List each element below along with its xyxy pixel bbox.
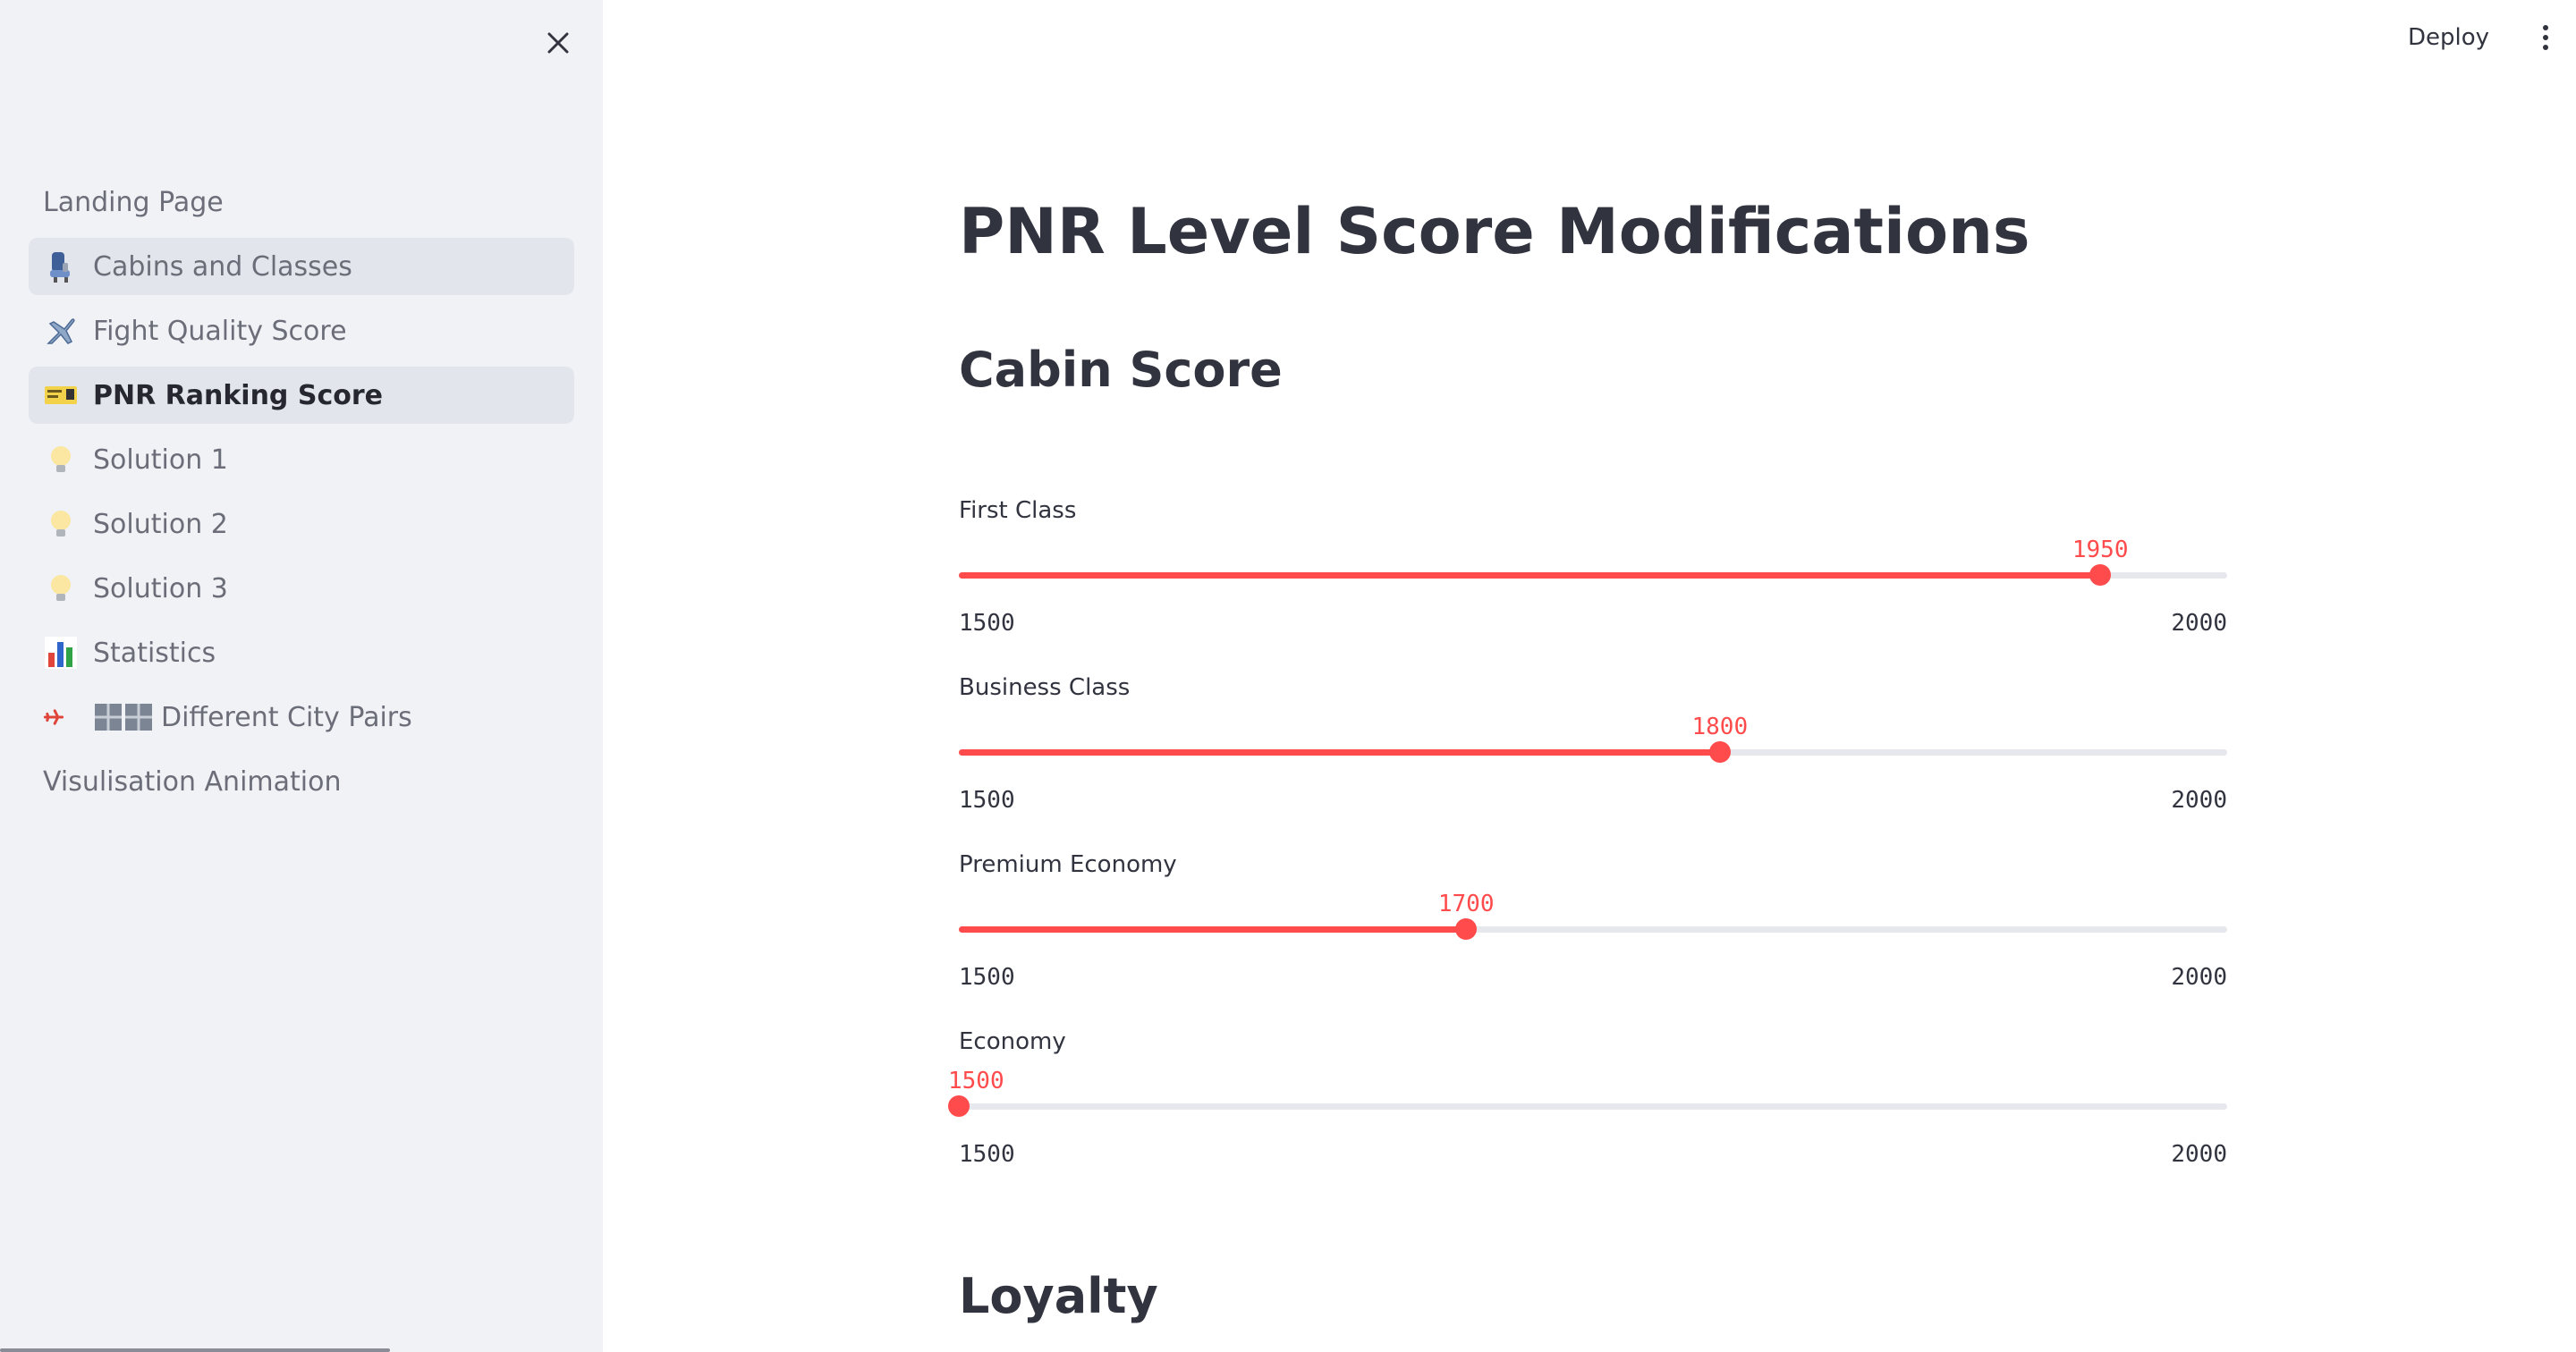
lightbulb-icon [43, 506, 79, 542]
sidebar-item-label: Landing Page [43, 186, 224, 218]
slider-fill [959, 926, 1467, 933]
slider-max: 2000 [2171, 610, 2227, 637]
sidebar-item-pnr-ranking-score[interactable]: PNR Ranking Score [29, 367, 574, 424]
sidebar-item-cabins-and-classes[interactable]: Cabins and Classes [29, 238, 574, 295]
slider-value: 1700 [1437, 891, 1495, 917]
deploy-button[interactable]: Deploy [2408, 20, 2489, 55]
slider-min: 1500 [959, 787, 1015, 814]
slider-track[interactable] [959, 741, 2227, 763]
airplane-icon [43, 313, 79, 349]
sidebar-item-fight-quality-score[interactable]: Fight Quality Score [29, 302, 574, 359]
slider-value: 1950 [2072, 537, 2129, 563]
sidebar: Landing Page Cabins and Classes Fight Qu… [0, 0, 603, 1352]
sidebar-item-label: Statistics [93, 637, 216, 669]
sidebar-item-label: Visulisation Animation [43, 765, 342, 798]
seat-icon [43, 249, 79, 284]
sidebar-item-label: Solution 1 [93, 444, 228, 476]
close-sidebar-button[interactable] [540, 25, 576, 61]
sidebar-item-label: Cabins and Classes [93, 250, 352, 283]
sidebar-item-visulisation-animation[interactable]: Visulisation Animation [29, 753, 574, 810]
slider-track[interactable] [948, 1095, 2227, 1117]
sidebar-item-label: Fight Quality Score [93, 315, 347, 347]
plane-icon [43, 699, 64, 735]
slider-max: 2000 [2171, 964, 2227, 991]
slider-first-class: First Class 1950 1500 2000 [959, 497, 2227, 658]
buildings-icon [95, 704, 152, 731]
sidebar-nav: Landing Page Cabins and Classes Fight Qu… [29, 173, 574, 817]
sidebar-item-label: Solution 2 [93, 508, 228, 540]
slider-max: 2000 [2171, 1141, 2227, 1168]
page-title: PNR Level Score Modifications [959, 195, 2030, 268]
slider-max: 2000 [2171, 787, 2227, 814]
sidebar-item-different-city-pairs[interactable]: Different City Pairs [29, 689, 574, 746]
slider-label: First Class [959, 497, 1077, 524]
slider-label: Economy [959, 1028, 1066, 1055]
slider-value: 1500 [948, 1068, 1004, 1094]
slider-premium-economy: Premium Economy 1700 1500 2000 [959, 851, 2227, 1012]
sidebar-item-solution-1[interactable]: Solution 1 [29, 431, 574, 488]
sidebar-item-label: PNR Ranking Score [93, 379, 383, 411]
ticket-icon [43, 377, 79, 413]
slider-fill [959, 749, 1720, 756]
sidebar-item-statistics[interactable]: Statistics [29, 624, 574, 681]
slider-thumb[interactable] [2089, 564, 2112, 586]
slider-min: 1500 [959, 610, 1015, 637]
slider-label: Premium Economy [959, 851, 1177, 878]
section-heading-cabin-score: Cabin Score [959, 342, 1283, 398]
slider-thumb[interactable] [1455, 918, 1478, 940]
slider-track[interactable] [959, 918, 2227, 940]
sidebar-item-label: Different City Pairs [161, 701, 412, 733]
lightbulb-icon [43, 570, 79, 606]
sidebar-item-label: Solution 3 [93, 572, 228, 604]
sidebar-item-solution-3[interactable]: Solution 3 [29, 560, 574, 617]
kebab-menu-icon[interactable] [2535, 21, 2556, 54]
slider-label: Business Class [959, 674, 1131, 701]
slider-fill [959, 572, 2101, 579]
slider-min: 1500 [959, 964, 1015, 991]
sidebar-scrollbar[interactable] [0, 1348, 390, 1352]
sidebar-item-solution-2[interactable]: Solution 2 [29, 495, 574, 553]
bar-chart-icon [43, 635, 79, 671]
slider-value: 1800 [1691, 714, 1749, 740]
close-icon [547, 32, 569, 54]
slider-thumb[interactable] [948, 1095, 970, 1117]
section-heading-loyalty: Loyalty [959, 1268, 1158, 1324]
slider-track[interactable] [959, 564, 2227, 586]
slider-thumb[interactable] [1708, 741, 1731, 763]
slider-min: 1500 [959, 1141, 1015, 1168]
slider-economy: Economy 1500 1500 2000 [948, 1028, 2227, 1189]
slider-business-class: Business Class 1800 1500 2000 [959, 674, 2227, 835]
lightbulb-icon [43, 442, 79, 477]
sidebar-item-landing-page[interactable]: Landing Page [29, 173, 574, 231]
